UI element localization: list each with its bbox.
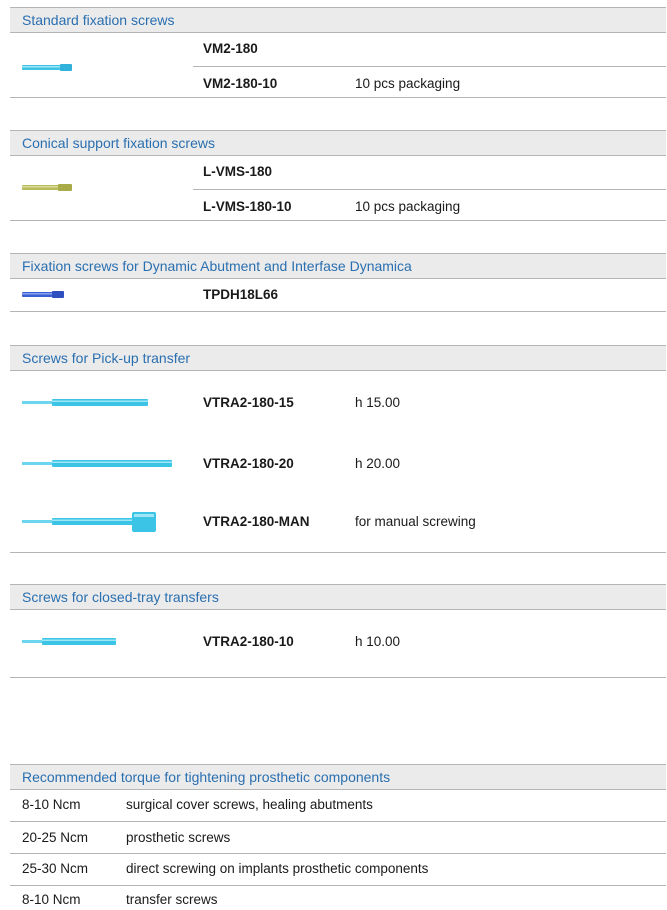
torque-description: transfer screws (126, 892, 218, 907)
product-description: h 10.00 (355, 634, 401, 649)
product-description: h 15.00 (355, 395, 401, 410)
product-code: VTRA2-180-MAN (203, 514, 310, 529)
row-divider (193, 66, 666, 67)
product-code: TPDH18L66 (203, 287, 279, 302)
dynamic-abutment-screw-icon (22, 291, 64, 298)
row-divider (193, 189, 666, 190)
row-divider (10, 885, 666, 886)
product-code: VM2-180 (203, 41, 258, 56)
torque-value: 25-30 Ncm (22, 861, 89, 876)
standard-fixation-screw-icon (22, 64, 72, 71)
product-code: VM2-180-10 (203, 76, 278, 91)
pickup-screw-20-icon (22, 460, 172, 467)
section-header-standard: Standard fixation screws (10, 7, 666, 33)
section-header-conical: Conical support fixation screws (10, 130, 666, 156)
product-description: 10 pcs packaging (355, 76, 461, 91)
product-code: VTRA2-180-10 (203, 634, 294, 649)
section-divider (10, 97, 666, 98)
torque-description: prosthetic screws (126, 830, 231, 845)
closed-tray-screw-icon (22, 638, 116, 645)
product-code: VTRA2-180-15 (203, 395, 294, 410)
section-divider (10, 311, 666, 312)
section-header-dynamic: Fixation screws for Dynamic Abutment and… (10, 253, 666, 279)
torque-table-header: Recommended torque for tightening prosth… (10, 764, 666, 790)
row-divider (10, 821, 666, 822)
torque-value: 8-10 Ncm (22, 797, 81, 812)
product-code: L-VMS-180 (203, 164, 273, 179)
product-description: for manual screwing (355, 514, 476, 529)
section-divider (10, 552, 666, 553)
product-description: 10 pcs packaging (355, 199, 461, 214)
torque-value: 20-25 Ncm (22, 830, 89, 845)
row-divider (10, 853, 666, 854)
pickup-screw-15-icon (22, 399, 148, 406)
product-code: VTRA2-180-20 (203, 456, 294, 471)
section-header-pickup: Screws for Pick-up transfer (10, 345, 666, 371)
torque-description: surgical cover screws, healing abutments (126, 797, 373, 812)
section-divider (10, 677, 666, 678)
product-code: L-VMS-180-10 (203, 199, 292, 214)
torque-description: direct screwing on implants prosthetic c… (126, 861, 429, 876)
section-divider (10, 220, 666, 221)
conical-support-screw-icon (22, 184, 72, 191)
torque-value: 8-10 Ncm (22, 892, 81, 907)
product-description: h 20.00 (355, 456, 401, 471)
section-header-closed-tray: Screws for closed-tray transfers (10, 584, 666, 610)
pickup-screw-manual-icon (22, 512, 156, 532)
